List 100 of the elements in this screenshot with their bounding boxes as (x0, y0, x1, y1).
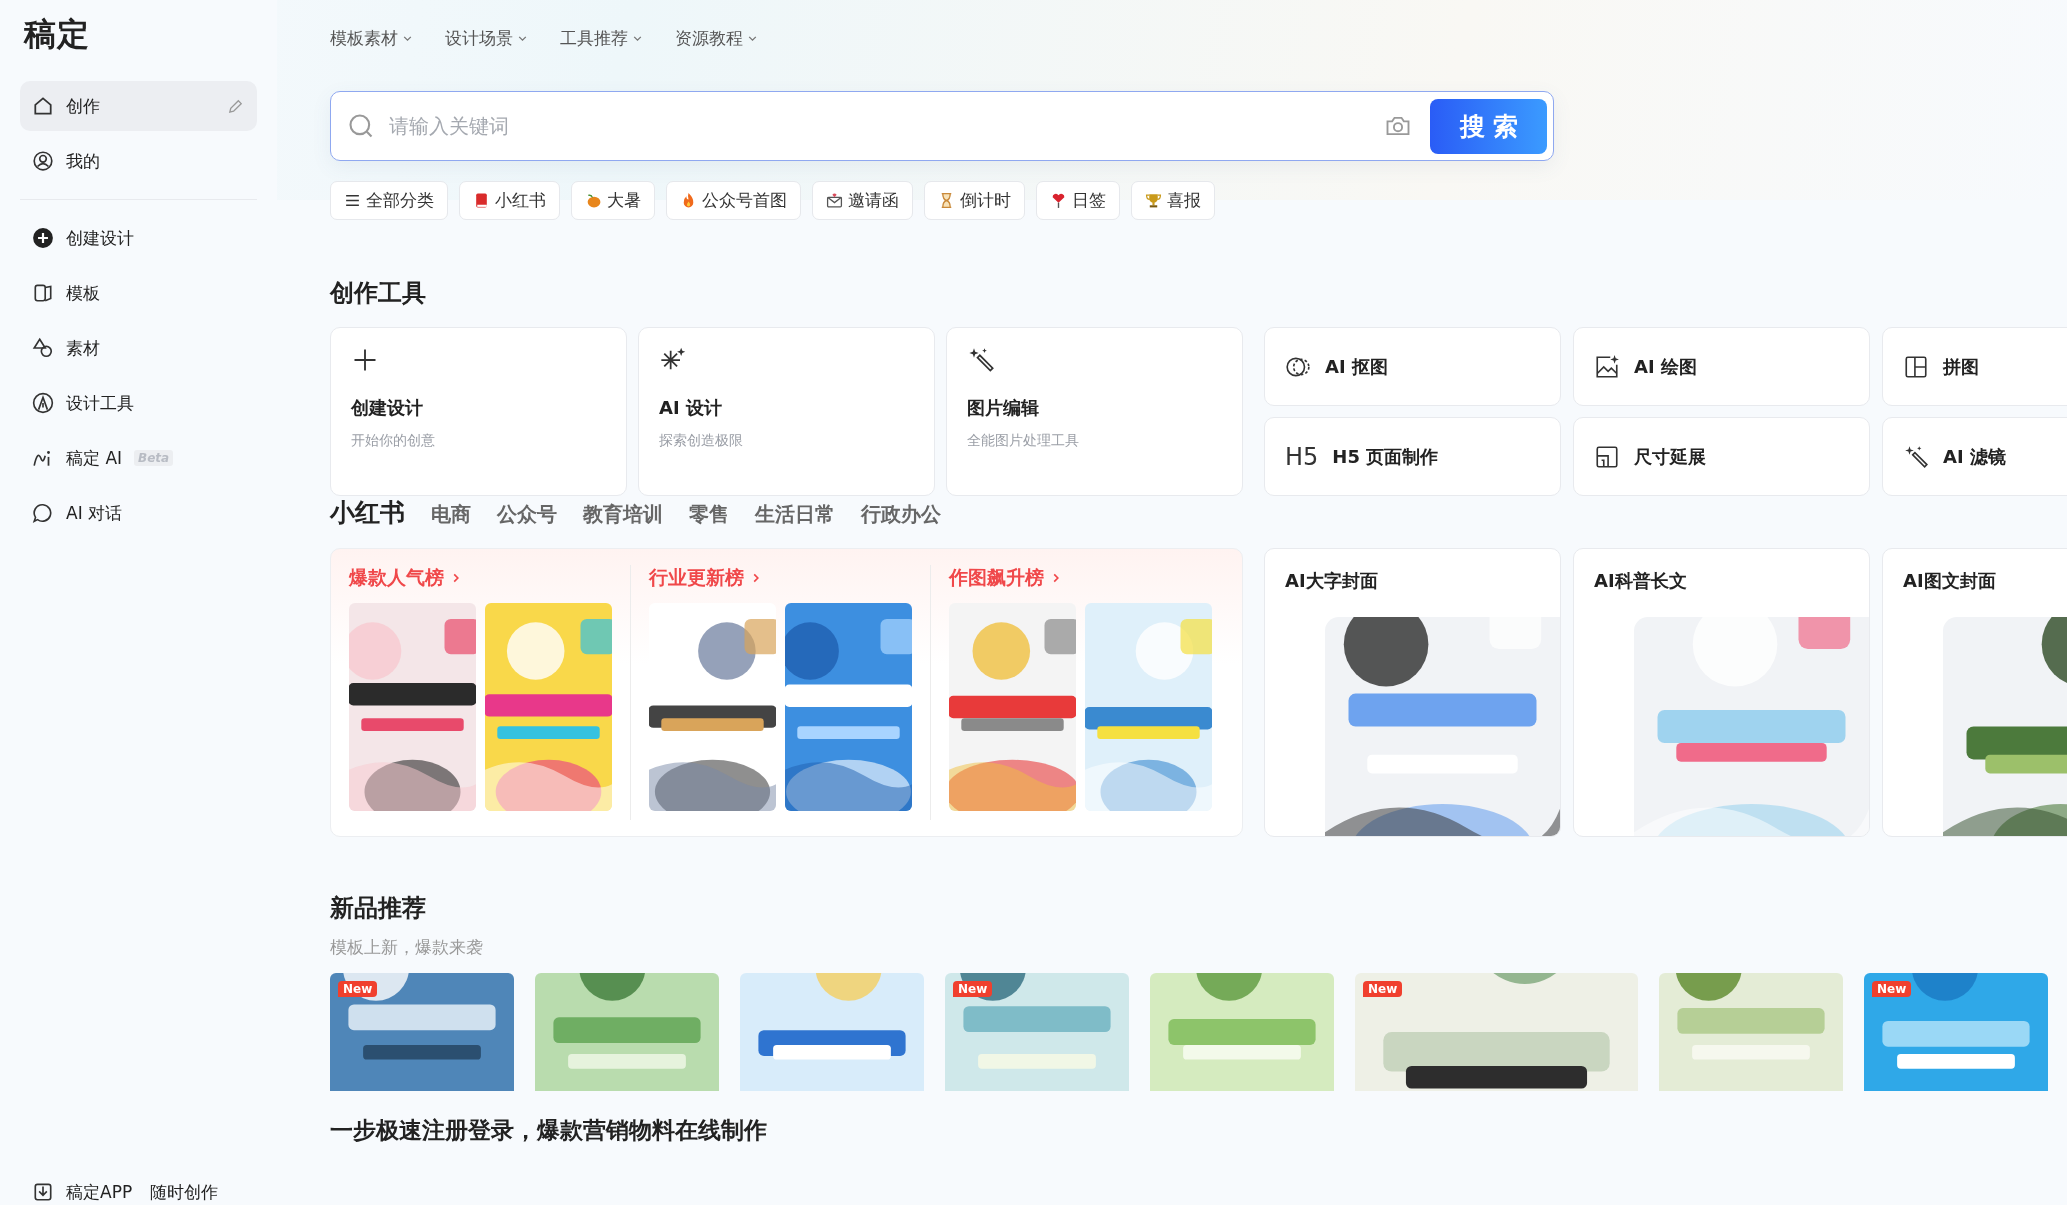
top-nav-menu[interactable]: 工具推荐 (560, 26, 643, 50)
tool-title: H5 页面制作 (1332, 444, 1439, 469)
image-sparkle-icon (1594, 353, 1620, 380)
tool-subtitle: 开始你的创意 (351, 432, 436, 450)
card-title: AI科普长文 (1593, 569, 1688, 593)
category-tag[interactable]: 喜报 (1131, 181, 1215, 220)
tag-label: 喜报 (1167, 189, 1201, 212)
tool-title: 拼图 (1943, 354, 1979, 379)
sidebar-label: 创作 (66, 94, 100, 118)
collage-icon (1903, 353, 1929, 380)
tag-label: 公众号首图 (702, 189, 787, 212)
sidebar-item[interactable]: 创建设计 (20, 213, 257, 263)
pen-nib-icon (32, 392, 54, 414)
sidebar-label: 稿定 AI (66, 446, 123, 470)
category-tag[interactable]: 倒计时 (924, 181, 1025, 220)
new-badge: New (953, 981, 993, 997)
book-icon (473, 192, 490, 209)
tag-label: 全部分类 (366, 189, 434, 212)
sidebar-item[interactable]: 设计工具 (20, 378, 257, 428)
tool-card[interactable]: AI 设计 探索创造极限 (638, 327, 935, 496)
top-nav-menu[interactable]: 资源教程 (675, 26, 758, 50)
sidebar-item[interactable]: 我的 (20, 136, 257, 186)
section-title: 创作工具 (330, 278, 427, 309)
tool-subtitle: 探索创造极限 (659, 432, 744, 450)
top-nav-menu[interactable]: 设计场景 (445, 26, 528, 50)
sidebar-item[interactable]: 模板 (20, 268, 257, 318)
tool-title: 图片编辑 (967, 396, 1040, 420)
ai-template-card[interactable]: AI科普长文 (1573, 548, 1870, 837)
sidebar-item[interactable]: 素材 (20, 323, 257, 373)
heart-pin-icon (1050, 192, 1067, 209)
top-nav-label: 工具推荐 (560, 26, 628, 50)
sidebar-label: 设计工具 (66, 391, 134, 415)
tool-card[interactable]: 尺寸延展 (1573, 417, 1870, 496)
user-icon (32, 150, 54, 172)
ai-template-card[interactable]: AI图文封面 (1882, 548, 2067, 837)
tag-label: 倒计时 (960, 189, 1011, 212)
sidebar-label: 创建设计 (66, 226, 134, 250)
h5-icon: H5 (1285, 442, 1319, 471)
tool-title: 创建设计 (351, 396, 424, 420)
tool-card[interactable]: 图片编辑 全能图片处理工具 (946, 327, 1243, 496)
card-title: AI图文封面 (1902, 569, 1997, 593)
tool-title: 尺寸延展 (1634, 444, 1706, 469)
sidebar-label: 我的 (66, 149, 100, 173)
trophy-icon (1145, 192, 1162, 209)
tool-title: AI 滤镜 (1943, 444, 2006, 469)
search-field[interactable]: 请输入关键词 搜索 (330, 91, 1554, 161)
ai-template-card[interactable]: AI大字封面 (1264, 548, 1561, 837)
tool-card[interactable]: AI 绘图 (1573, 327, 1870, 406)
category-tag[interactable]: 公众号首图 (666, 181, 801, 220)
scene-tab[interactable]: 小红书 (330, 496, 411, 529)
app-download-link[interactable]: 稿定APP 随时创作 (20, 1179, 257, 1205)
tag-label: 小红书 (495, 189, 546, 212)
new-badge: New (1363, 981, 1403, 997)
search-button[interactable]: 搜索 (1430, 98, 1547, 154)
tool-card[interactable]: AI 抠图 (1264, 327, 1561, 406)
sidebar-label: 素材 (66, 336, 100, 360)
chat-icon (32, 502, 54, 524)
section-title: 新品推荐 (330, 893, 427, 924)
scene-tab[interactable]: 生活日常 (755, 501, 841, 528)
section-subtitle: 模板上新，爆款来袭 (330, 936, 484, 959)
category-tag[interactable]: 日签 (1036, 181, 1120, 220)
promo-heading: 一步极速注册登录，爆款营销物料在线制作 (330, 1116, 768, 1145)
menu-icon (344, 192, 361, 209)
top-nav-menu[interactable]: 模板素材 (330, 26, 413, 50)
card-title: AI大字封面 (1284, 569, 1379, 593)
category-tag[interactable]: 邀请函 (812, 181, 913, 220)
sidebar-label: 模板 (66, 281, 100, 305)
envelope-icon (826, 192, 843, 209)
new-badge: New (1872, 981, 1912, 997)
top-nav-label: 设计场景 (445, 26, 513, 50)
sidebar-item[interactable]: 创作 (20, 81, 257, 131)
mango-icon (585, 192, 602, 209)
app-tagline: 随时创作 (150, 1180, 219, 1204)
scene-tab[interactable]: 行政办公 (861, 501, 947, 528)
scene-tab[interactable]: 公众号 (497, 501, 563, 528)
tool-title: AI 抠图 (1325, 354, 1388, 379)
tool-card[interactable]: AI 滤镜 (1882, 417, 2067, 496)
sidebar-item[interactable]: AI 对话 (20, 488, 257, 538)
resize-icon (1594, 443, 1620, 470)
new-badge: New (338, 981, 378, 997)
tool-title: AI 设计 (659, 396, 723, 420)
tool-card[interactable]: 创建设计 开始你的创意 (330, 327, 627, 496)
tool-card[interactable]: H5 H5 页面制作 (1264, 417, 1561, 496)
tag-label: 大暑 (607, 189, 641, 212)
template-icon (32, 282, 54, 304)
app-label: 稿定APP (66, 1180, 133, 1204)
download-icon (32, 1181, 54, 1203)
logo[interactable]: 稿定 (24, 13, 90, 57)
category-tag[interactable]: 小红书 (459, 181, 560, 220)
top-nav-label: 模板素材 (330, 26, 398, 50)
category-tag[interactable]: 全部分类 (330, 181, 448, 220)
search-icon (347, 112, 375, 140)
scene-tab[interactable]: 电商 (431, 501, 477, 528)
scene-tab[interactable]: 教育培训 (583, 501, 669, 528)
plus-circle-icon (32, 227, 54, 249)
tag-label: 邀请函 (848, 189, 899, 212)
scene-tab[interactable]: 零售 (689, 501, 735, 528)
shapes-icon (32, 337, 54, 359)
tool-card[interactable]: 拼图 (1882, 327, 2067, 406)
category-tag[interactable]: 大暑 (571, 181, 655, 220)
